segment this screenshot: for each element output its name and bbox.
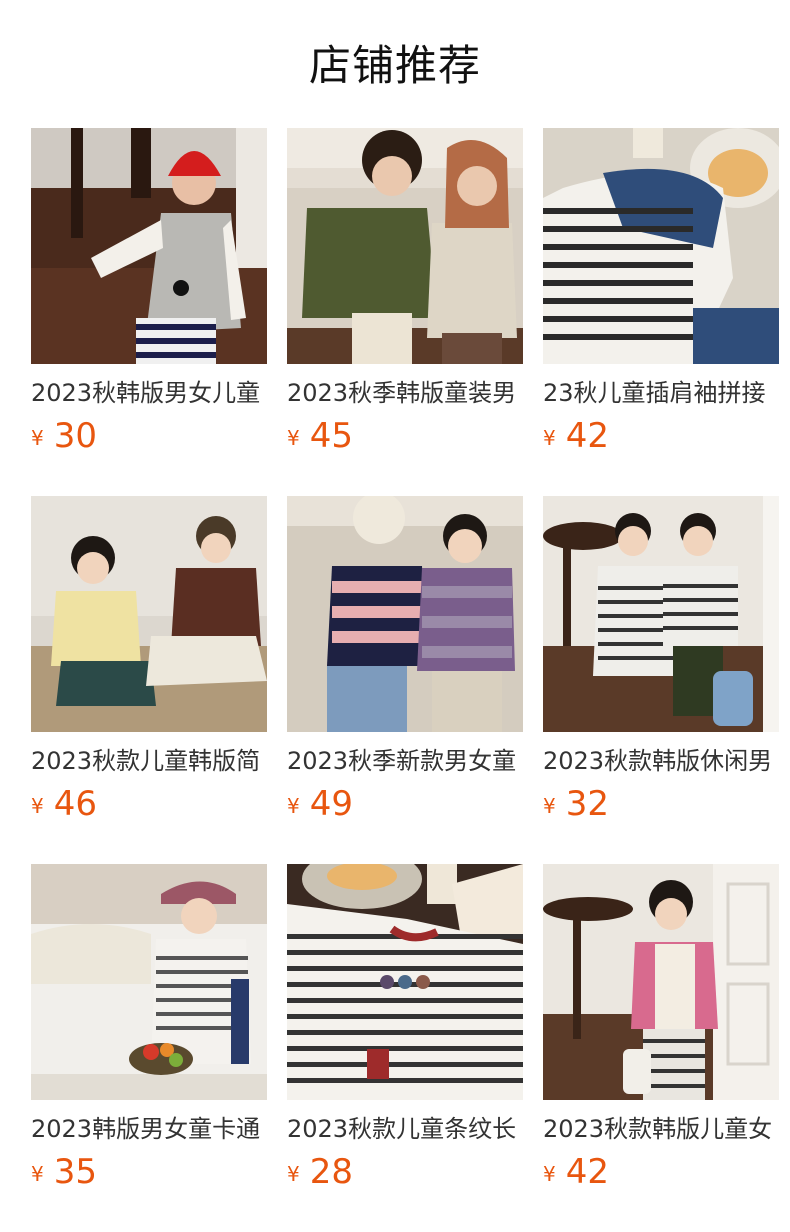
product-image[interactable]	[543, 864, 779, 1100]
product-price: ¥30	[31, 416, 267, 456]
product-price: ¥45	[287, 416, 523, 456]
product-price: ¥42	[543, 1152, 779, 1192]
product-price: ¥49	[287, 784, 523, 824]
product-card[interactable]: 2023秋款韩版儿童女 ¥42	[543, 864, 779, 1222]
product-price: ¥28	[287, 1152, 523, 1192]
product-image[interactable]	[543, 128, 779, 364]
product-image[interactable]	[31, 128, 267, 364]
product-price: ¥35	[31, 1152, 267, 1192]
currency-symbol: ¥	[543, 794, 556, 818]
product-name[interactable]: 2023秋款韩版休闲男	[543, 744, 779, 778]
price-value: 46	[53, 784, 97, 824]
price-value: 30	[53, 416, 97, 456]
currency-symbol: ¥	[543, 426, 556, 450]
product-card[interactable]: 2023秋款韩版休闲男 ¥32	[543, 496, 779, 854]
product-image[interactable]	[287, 864, 523, 1100]
product-name[interactable]: 2023秋款韩版儿童女	[543, 1112, 779, 1146]
currency-symbol: ¥	[287, 794, 300, 818]
price-value: 32	[565, 784, 609, 824]
product-image[interactable]	[31, 864, 267, 1100]
product-name[interactable]: 2023秋季新款男女童	[287, 744, 523, 778]
product-image[interactable]	[287, 496, 523, 732]
product-image[interactable]	[287, 128, 523, 364]
price-value: 42	[565, 1152, 609, 1192]
product-card[interactable]: 2023秋季韩版童装男 ¥45	[287, 128, 523, 486]
product-name[interactable]: 2023秋韩版男女儿童	[31, 376, 267, 410]
price-value: 45	[309, 416, 353, 456]
product-card[interactable]: 2023韩版男女童卡通 ¥35	[31, 864, 267, 1222]
currency-symbol: ¥	[31, 1162, 44, 1186]
price-value: 42	[565, 416, 609, 456]
product-name[interactable]: 2023秋季韩版童装男	[287, 376, 523, 410]
product-card[interactable]: 2023秋韩版男女儿童 ¥30	[31, 128, 267, 486]
product-grid: 2023秋韩版男女儿童 ¥30 2023秋季韩版童装男 ¥ 45 23秋儿童插肩…	[31, 128, 779, 1222]
page-title: 店铺推荐	[308, 41, 481, 90]
currency-symbol: ¥	[31, 426, 44, 450]
product-card[interactable]: 2023秋款儿童条纹长 ¥28	[287, 864, 523, 1222]
product-card[interactable]: 2023秋季新款男女童 ¥49	[287, 496, 523, 854]
product-name[interactable]: 2023秋款儿童韩版简	[31, 744, 267, 778]
product-name[interactable]: 23秋儿童插肩袖拼接	[543, 376, 779, 410]
product-image[interactable]	[543, 496, 779, 732]
currency-symbol: ¥	[287, 1162, 300, 1186]
product-card[interactable]: 2023秋款儿童韩版简 ¥46	[31, 496, 267, 854]
product-price: ¥42	[543, 416, 779, 456]
currency-symbol: ¥	[543, 1162, 556, 1186]
product-price: ¥46	[31, 784, 267, 824]
currency-symbol: ¥	[31, 794, 44, 818]
price-value: 49	[309, 784, 353, 824]
product-price: ¥32	[543, 784, 779, 824]
price-value: 28	[309, 1152, 353, 1192]
product-image[interactable]	[31, 496, 267, 732]
currency-symbol: ¥	[287, 426, 300, 450]
product-name[interactable]: 2023韩版男女童卡通	[31, 1112, 267, 1146]
price-value: 35	[53, 1152, 97, 1192]
product-name[interactable]: 2023秋款儿童条纹长	[287, 1112, 523, 1146]
product-card[interactable]: 23秋儿童插肩袖拼接 ¥42	[543, 128, 779, 486]
